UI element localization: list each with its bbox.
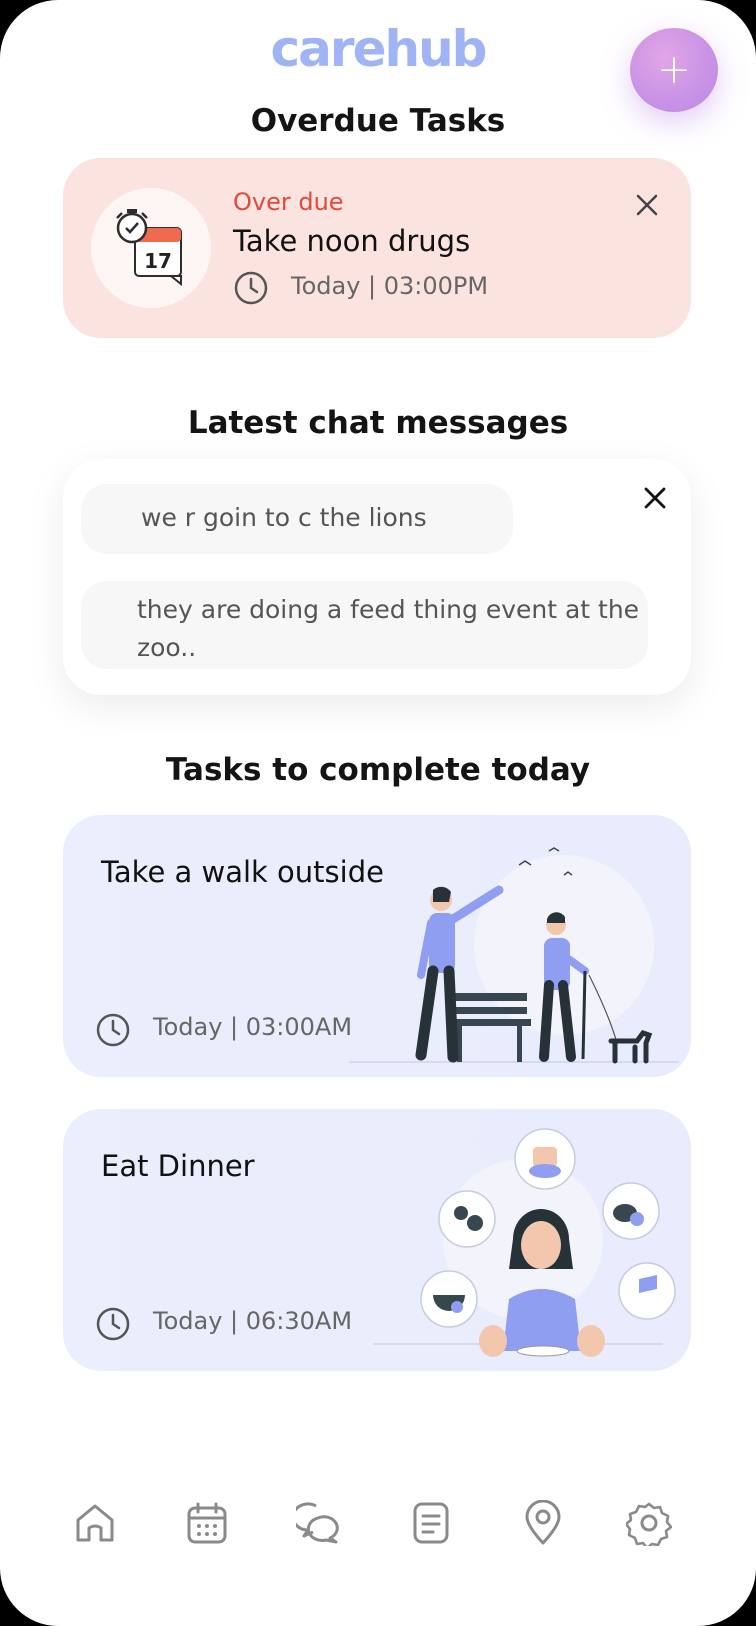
- overdue-task-title: Take noon drugs: [233, 224, 471, 258]
- chat-messages-card[interactable]: we r goin to c the lions they are doing …: [63, 459, 691, 695]
- chat-message[interactable]: we r goin to c the lions: [81, 484, 513, 554]
- calendar-alarm-icon: 17: [91, 188, 211, 308]
- document-icon[interactable]: [408, 1500, 454, 1546]
- chat-message[interactable]: they are doing a feed thing event at the…: [81, 581, 648, 669]
- task-title: Take a walk outside: [101, 855, 384, 889]
- overdue-status-label: Over due: [233, 188, 344, 216]
- task-title: Eat Dinner: [101, 1149, 255, 1183]
- task-card-walk[interactable]: Take a walk outside Today | 03:00AM: [63, 815, 691, 1077]
- clock-icon: [234, 271, 268, 305]
- bottom-nav: [0, 1500, 756, 1580]
- calendar-icon[interactable]: [184, 1500, 230, 1546]
- overdue-task-card[interactable]: 17 Over due Take noon drugs Today | 03:0…: [63, 158, 691, 338]
- chat-section-title: Latest chat messages: [187, 405, 569, 441]
- chat-icon[interactable]: [296, 1500, 342, 1546]
- settings-icon[interactable]: [626, 1500, 672, 1546]
- walking-illustration: [349, 847, 679, 1064]
- task-time: Today | 06:30AM: [153, 1307, 353, 1335]
- clock-icon: [96, 1307, 130, 1341]
- overdue-task-time: Today | 03:00PM: [291, 272, 489, 300]
- task-time: Today | 03:00AM: [153, 1013, 353, 1041]
- location-icon[interactable]: [520, 1500, 566, 1546]
- close-icon[interactable]: [641, 484, 669, 512]
- phone-screen: carehub + Overdue Tasks 17 Over due Take…: [0, 0, 756, 1626]
- task-card-dinner[interactable]: Eat Dinner Today | 06:30AM: [63, 1109, 691, 1371]
- overdue-section-title: Overdue Tasks: [250, 103, 506, 139]
- tasks-section-title: Tasks to complete today: [165, 752, 591, 788]
- calendar-day-text: 17: [144, 249, 172, 273]
- close-icon[interactable]: [633, 191, 661, 219]
- dinner-illustration: [373, 1128, 676, 1357]
- home-icon[interactable]: [72, 1500, 118, 1546]
- add-button[interactable]: +: [630, 28, 718, 112]
- clock-icon: [96, 1013, 130, 1047]
